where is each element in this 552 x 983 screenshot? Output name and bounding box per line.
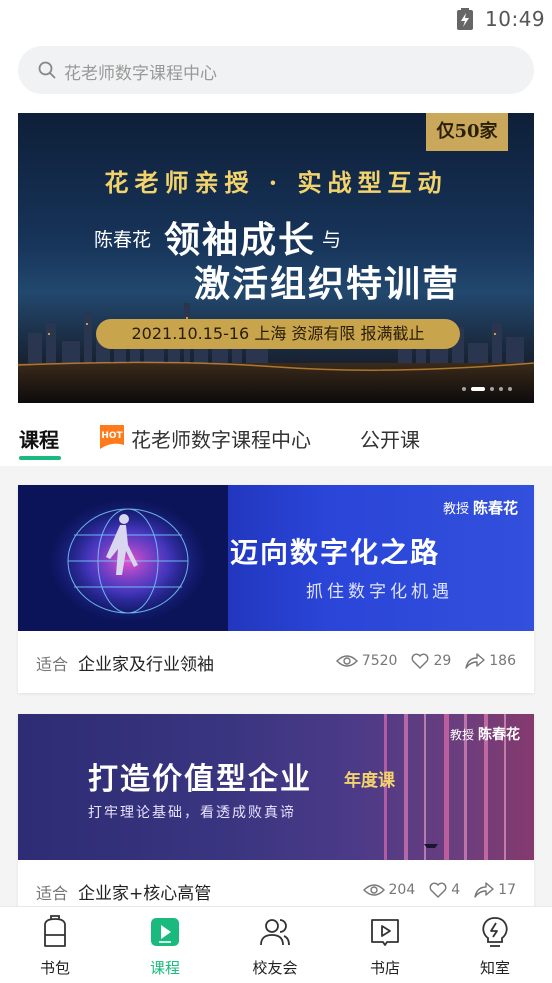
banner-teacher: 陈春花 — [94, 229, 152, 251]
bottom-nav: 书包 课程 校友会 书店 知室 — [0, 906, 552, 983]
course-title: 打造价值型企业 — [88, 762, 312, 797]
nav-item-zhishi[interactable]: 知室 — [440, 907, 550, 983]
search-placeholder: 花老师数字课程中心 — [64, 64, 217, 84]
carousel-dot[interactable] — [462, 387, 466, 391]
carousel-indicator[interactable] — [457, 376, 512, 395]
carousel-dot[interactable] — [508, 387, 512, 391]
course-cover-image: 教授 陈春花 打造价值型企业 年度课 打牢理论基础，看透成败真谛 — [18, 714, 534, 860]
tab-open-courses[interactable]: 公开课 — [360, 424, 420, 453]
course-stats: 7520 29 186 — [322, 653, 516, 669]
course-subtitle: 打牢理论基础，看透成败真谛 — [88, 805, 296, 821]
hot-badge-icon: HOT — [100, 425, 124, 449]
course-title: 迈向数字化之路 — [230, 536, 441, 569]
nav-label: 课程 — [149, 959, 180, 977]
nav-label: 校友会 — [252, 959, 298, 977]
course-cover-image: 教授 陈春花 迈向数字化之路 抓住数字化机遇 — [18, 485, 534, 631]
nav-label: 书店 — [369, 959, 400, 977]
heart-icon — [429, 882, 447, 898]
likes-stat[interactable]: 29 — [411, 653, 451, 669]
views-stat: 204 — [362, 882, 415, 898]
course-meta: 适合 企业家及行业领袖 7520 29 186 — [18, 631, 534, 693]
likes-stat[interactable]: 4 — [429, 882, 460, 898]
carousel-dot[interactable] — [499, 387, 503, 391]
nav-item-bookbag[interactable]: 书包 — [0, 907, 110, 983]
limited-badge: 仅50家 — [426, 113, 508, 151]
carousel-dot-active[interactable] — [471, 387, 485, 391]
course-meta: 适合 企业家+核心高管 204 4 17 — [18, 860, 534, 906]
promo-banner[interactable]: 仅50家 花老师亲授 · 实战型互动 陈春花 领袖成长 与 激活组织特训营 20… — [18, 113, 534, 403]
play-icon — [151, 918, 179, 946]
fit-audience: 企业家+核心高管 — [78, 884, 212, 904]
banner-tagline: 花老师亲授 · 实战型互动 — [104, 168, 448, 197]
banner-date-pill: 2021.10.15-16 上海 资源有限 报满截止 — [96, 319, 460, 349]
tab-courses[interactable]: 课程 — [19, 424, 59, 453]
eye-icon — [362, 884, 385, 896]
people-icon — [260, 919, 290, 946]
backpack-icon — [44, 915, 66, 947]
course-card[interactable]: 教授 陈春花 打造价值型企业 年度课 打牢理论基础，看透成败真谛 适合 企业家+核… — [18, 714, 534, 906]
fit-label: 适合 — [36, 884, 69, 903]
professor-label: 教授 陈春花 — [442, 499, 518, 517]
battery-charging-icon — [457, 8, 473, 30]
carousel-dot[interactable] — [490, 387, 494, 391]
active-tab-indicator — [19, 456, 61, 460]
search-bar[interactable]: 花老师数字课程中心 — [18, 46, 534, 94]
nav-item-bookstore[interactable]: 书店 — [330, 907, 440, 983]
nav-label: 书包 — [39, 959, 70, 977]
share-icon — [474, 882, 494, 898]
nav-label: 知室 — [479, 959, 510, 977]
hot-badge-text: HOT — [101, 431, 123, 441]
shares-stat[interactable]: 17 — [474, 882, 516, 898]
tab-digital-center[interactable]: 花老师数字课程中心 — [131, 424, 311, 453]
lightbulb-icon — [482, 917, 508, 947]
book-icon — [371, 919, 399, 946]
course-card[interactable]: 教授 陈春花 迈向数字化之路 抓住数字化机遇 适合 企业家及行业领袖 7520 2… — [18, 485, 534, 693]
annual-course-tag: 年度课 — [344, 771, 395, 791]
status-bar: 10:49 — [0, 0, 552, 40]
eye-icon — [335, 655, 358, 667]
banner-title-part2: 激活组织特训营 — [194, 263, 461, 305]
shares-stat[interactable]: 186 — [465, 653, 516, 669]
course-stats: 204 4 17 — [349, 882, 516, 898]
views-stat: 7520 — [335, 653, 397, 669]
professor-label: 教授 陈春花 — [449, 727, 520, 743]
fit-label: 适合 — [36, 655, 69, 674]
category-tabs: 课程 HOT 花老师数字课程中心 公开课 — [0, 420, 552, 464]
course-subtitle: 抓住数字化机遇 — [306, 582, 453, 602]
fit-audience: 企业家及行业领袖 — [78, 655, 214, 675]
search-icon — [38, 61, 56, 79]
course-list[interactable]: 教授 陈春花 迈向数字化之路 抓住数字化机遇 适合 企业家及行业领袖 7520 2… — [0, 466, 552, 906]
digital-figure-illustration — [18, 485, 228, 631]
status-time: 10:49 — [485, 7, 546, 31]
nav-item-alumni[interactable]: 校友会 — [220, 907, 330, 983]
heart-icon — [411, 653, 429, 669]
share-icon — [465, 653, 485, 669]
banner-conjunction: 与 — [322, 229, 342, 251]
nav-item-courses[interactable]: 课程 — [110, 907, 220, 983]
